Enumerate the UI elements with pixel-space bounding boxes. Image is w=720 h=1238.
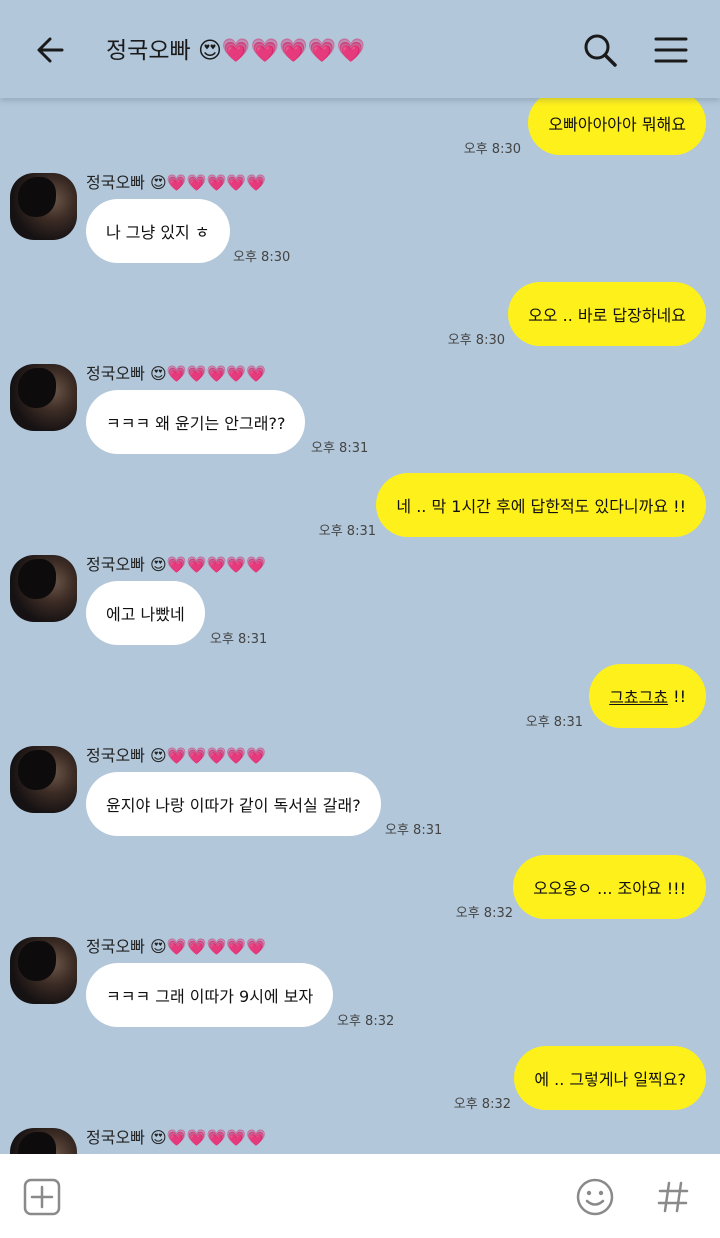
incoming-message: ㅋㅋㅋ 왜 윤기는 안그래?? [86,390,306,454]
sender-name: 정국오빠 😍💗💗💗💗💗 [86,555,267,574]
avatar[interactable] [10,746,77,813]
message-text: !! [668,686,686,706]
chat-area[interactable]: 오빠아아아아 뭐해요 오후 8:30 정국오빠 😍💗💗💗💗💗 나 그냥 있지 ㅎ… [0,0,720,1154]
outgoing-message: 에 .. 그렇게나 일찍요? [514,1046,706,1110]
avatar[interactable] [10,937,77,1004]
message-time: 오후 8:31 [311,441,369,456]
arrow-left-icon [37,37,64,63]
avatar[interactable] [10,1128,77,1154]
message-text: 에 .. 그렇게나 일찍요? [534,1070,686,1089]
menu-button[interactable] [649,28,693,72]
sender-name: 정국오빠 😍💗💗💗💗💗 [86,1128,267,1147]
outgoing-message: 오오옹ㅇ ... 조아요 !!! [513,855,706,919]
message-text: 나 그냥 있지 ㅎ [106,223,210,242]
search-button[interactable] [578,28,622,72]
avatar[interactable] [10,555,77,622]
incoming-message: 윤지야 나랑 이따가 같이 독서실 갈래? [86,772,381,836]
outgoing-message: 오오 .. 바로 답장하네요 [508,282,706,346]
emoji-button[interactable] [574,1176,616,1218]
avatar[interactable] [10,173,77,240]
outgoing-message: 네 .. 막 1시간 후에 답한적도 있다니까요 !! [376,473,706,537]
message-time: 오후 8:31 [318,524,376,539]
hashtag-button[interactable] [652,1176,694,1218]
message-time: 오후 8:32 [455,906,513,921]
outgoing-message: 오빠아아아아 뭐해요 [528,91,706,155]
message-time: 오후 8:32 [453,1097,511,1112]
incoming-message: 에고 나빴네 [86,581,205,645]
sender-name: 정국오빠 😍💗💗💗💗💗 [86,364,267,383]
smiley-icon [576,1178,614,1216]
message-time: 오후 8:31 [385,823,443,838]
sender-name: 정국오빠 😍💗💗💗💗💗 [86,746,267,765]
message-time: 오후 8:30 [463,142,521,157]
chat-header: 정국오빠 😍💗💗💗💗💗 [0,0,720,98]
page-title: 정국오빠 😍💗💗💗💗💗 [106,38,366,64]
menu-icon [654,37,688,63]
back-button[interactable] [28,28,72,72]
message-text: ㅋㅋㅋ 그래 이따가 9시에 보자 [106,987,314,1006]
message-time: 오후 8:30 [447,333,505,348]
message-text: 에고 나빴네 [106,605,185,624]
message-input-bar [0,1154,720,1238]
avatar[interactable] [10,364,77,431]
message-text: 오오 .. 바로 답장하네요 [528,306,686,325]
message-time: 오후 8:32 [337,1014,395,1029]
search-icon [584,34,617,67]
message-text-underlined[interactable]: 그쵸그쵸 [609,684,668,708]
message-time: 오후 8:31 [525,715,583,730]
plus-square-icon [23,1178,61,1216]
message-time: 오후 8:30 [233,250,291,265]
attach-button[interactable] [21,1176,63,1218]
outgoing-message: 그쵸그쵸 !! [589,664,706,728]
message-time: 오후 8:31 [210,632,268,647]
sender-name: 정국오빠 😍💗💗💗💗💗 [86,937,267,956]
message-text: ㅋㅋㅋ 왜 윤기는 안그래?? [106,414,286,433]
sender-name: 정국오빠 😍💗💗💗💗💗 [86,173,267,192]
hash-icon [657,1181,689,1213]
message-text: 오빠아아아아 뭐해요 [548,115,686,134]
message-text: 오오옹ㅇ ... 조아요 !!! [533,879,686,898]
message-text: 윤지야 나랑 이따가 같이 독서실 갈래? [106,796,361,815]
incoming-message: 나 그냥 있지 ㅎ [86,199,230,263]
message-text: 네 .. 막 1시간 후에 답한적도 있다니까요 !! [396,497,686,516]
incoming-message: ㅋㅋㅋ 그래 이따가 9시에 보자 [86,963,334,1027]
